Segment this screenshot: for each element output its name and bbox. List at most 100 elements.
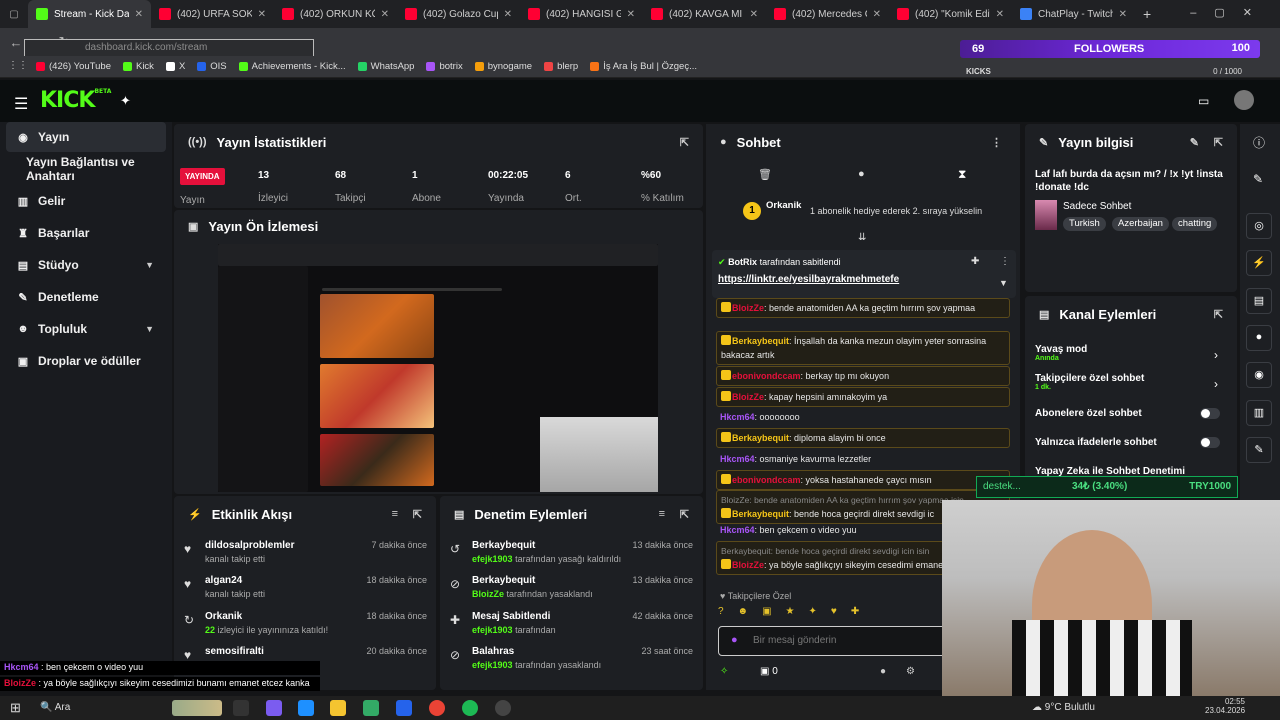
sidebar-item-gelir[interactable]: ▥ Gelir	[6, 186, 166, 216]
tab-search-icon[interactable]: ▢	[0, 9, 28, 20]
close-icon[interactable]: ✕	[381, 9, 389, 20]
chevron-right-icon[interactable]: ›	[1214, 377, 1218, 391]
bookmark-8[interactable]: blerp	[544, 61, 578, 72]
tab-0[interactable]: Stream - Kick Dashb ✕	[28, 0, 151, 28]
target-icon[interactable]: ◎	[1246, 213, 1272, 239]
chat-username[interactable]: BloizZe	[732, 392, 764, 402]
kick-logo[interactable]: KICKBETA	[40, 88, 111, 113]
chat-message[interactable]: Berkaybequit: diploma alayim bi once	[716, 428, 1010, 448]
more-icon[interactable]: ⋮	[1000, 256, 1010, 267]
sidebar-item-studyo[interactable]: ▤ Stüdyo ▼	[6, 250, 166, 280]
bookmark-0[interactable]: (426) YouTube	[36, 61, 111, 72]
url-input[interactable]: dashboard.kick.com/stream	[24, 39, 314, 57]
sidebar-item-stream-key[interactable]: Yayın Bağlantısı ve Anahtarı	[6, 154, 166, 184]
obs-icon[interactable]	[495, 700, 511, 716]
bookmark-7[interactable]: bynogame	[474, 61, 532, 72]
chat-username[interactable]: BloizZe	[732, 560, 764, 570]
close-icon[interactable]: ✕	[504, 9, 512, 20]
emote-only-toggle[interactable]	[1200, 437, 1220, 448]
chat-username[interactable]: Hkcm64	[720, 525, 755, 535]
chat-username[interactable]: Hkcm64	[720, 454, 755, 464]
bookmark-4[interactable]: Achievements - Kick...	[238, 61, 346, 72]
sidebar-item-basarilar[interactable]: ♜ Başarılar	[6, 218, 166, 248]
spotify-icon[interactable]	[462, 700, 478, 716]
tag-chip[interactable]: Turkish	[1063, 217, 1106, 231]
chat-username[interactable]: ebonivondccam	[732, 475, 801, 485]
apps-grid-icon[interactable]: ⋮⋮	[8, 60, 28, 71]
broadcast-icon[interactable]: ◉	[1246, 362, 1272, 388]
sidebar-item-droplar[interactable]: ▣ Droplar ve ödüller	[6, 346, 166, 376]
close-icon[interactable]: ✕	[627, 9, 635, 20]
mic-icon[interactable]: ●	[731, 634, 738, 646]
tab-6[interactable]: (402) Mercedes C Se ✕	[766, 0, 889, 28]
popout-icon[interactable]: ⇱	[1214, 308, 1223, 321]
collapse-icon[interactable]: ⇊	[858, 232, 866, 243]
tab-5[interactable]: (402) KAVGA MI EDE ✕	[643, 0, 766, 28]
category-name[interactable]: Sadece Sohbet	[1063, 201, 1131, 212]
wrench-icon[interactable]: ✎	[1246, 437, 1272, 463]
pin-icon[interactable]: ✦	[120, 93, 131, 109]
chat-icon[interactable]: ●	[1246, 325, 1272, 351]
chevron-right-icon[interactable]: ›	[1214, 348, 1218, 362]
bookmark-9[interactable]: İş Ara İş Bul | Özgeç...	[590, 61, 697, 72]
bookmark-3[interactable]: OIS	[197, 61, 227, 72]
emoji-icon[interactable]: ●	[880, 666, 886, 677]
slow-mode[interactable]: Yavaş mod Anında	[1035, 344, 1087, 362]
taskview-icon[interactable]	[233, 700, 249, 716]
explorer-icon[interactable]	[330, 700, 346, 716]
popout-icon[interactable]: ⇱	[1214, 136, 1223, 149]
more-icon[interactable]: ⋮	[991, 136, 1002, 149]
store-icon[interactable]	[363, 700, 379, 716]
list-icon[interactable]: ▥	[1246, 400, 1272, 426]
chat-message[interactable]: Berkaybequit: İnşallah da kanka mezun ol…	[716, 331, 1010, 365]
activity-user[interactable]: semosifiralti	[205, 646, 264, 657]
chat-message[interactable]: ebonivondccam: berkay tıp mı okuyon	[716, 366, 1010, 386]
pin-icon[interactable]: ✚	[971, 256, 979, 267]
tab-2[interactable]: (402) ORKUN KÖKÇÜ ✕	[274, 0, 397, 28]
bolt-icon[interactable]: ⚡	[1246, 250, 1272, 276]
clock[interactable]: 02:55 23.04.2026	[1205, 697, 1245, 715]
close-icon[interactable]: ✕	[258, 9, 266, 20]
pinned-link[interactable]: https://linktr.ee/yesilbayrakmehmetefe	[718, 274, 899, 285]
trash-icon[interactable]: 🗑	[758, 168, 772, 181]
windows-icon[interactable]: ⊞	[10, 700, 21, 716]
copilot-icon[interactable]	[266, 700, 282, 716]
chat-username[interactable]: BloizZe	[732, 303, 764, 313]
chat-username[interactable]: Berkaybequit	[732, 433, 789, 443]
sidebar-item-yayin[interactable]: ◉ Yayın	[6, 122, 166, 152]
popout-icon[interactable]: ⇱	[680, 136, 689, 149]
moderation-user[interactable]: Balahras	[472, 646, 514, 657]
popout-icon[interactable]: ⇱	[413, 508, 422, 521]
chat-username[interactable]: Hkcm64	[720, 412, 755, 422]
close-icon[interactable]: ✕	[873, 9, 881, 20]
tab-8[interactable]: ChatPlay - Twitch & K ✕	[1012, 0, 1135, 28]
subs-only-toggle[interactable]	[1200, 408, 1220, 419]
pinned-user[interactable]: BotRix	[728, 257, 757, 267]
tab-3[interactable]: (402) Golazo Cup Tü ✕	[397, 0, 520, 28]
gear-icon[interactable]: ⚙	[906, 666, 915, 677]
edit-icon[interactable]: ✎	[1253, 172, 1263, 186]
chat-message[interactable]: ebonivondccam: yoksa hastahanede çaycı m…	[716, 470, 1010, 490]
app-icon[interactable]	[396, 700, 412, 716]
chrome-icon[interactable]	[429, 700, 445, 716]
gifter-name[interactable]: Orkanik	[766, 200, 801, 211]
activity-user[interactable]: dildosalproblemler	[205, 540, 294, 551]
category-thumbnail[interactable]	[1035, 200, 1057, 230]
moderation-user[interactable]: Berkaybequit	[472, 575, 535, 586]
chevron-down-icon[interactable]: ▼	[999, 278, 1008, 288]
chat-message[interactable]: Hkcm64: oooooooo	[716, 408, 1010, 426]
moderation-user[interactable]: Mesaj Sabitlendi	[472, 611, 550, 622]
edge-icon[interactable]	[298, 700, 314, 716]
tag-chip[interactable]: chatting	[1172, 217, 1218, 231]
avatar[interactable]	[1234, 90, 1254, 110]
filter-icon[interactable]: ≡	[392, 508, 398, 520]
weather[interactable]: ☁ 9°C Bulutlu	[1032, 702, 1095, 713]
edit-icon[interactable]: ✎	[1190, 136, 1199, 149]
close-icon[interactable]: ✕	[996, 9, 1004, 20]
points-icon[interactable]: ✧	[720, 666, 728, 677]
tab-4[interactable]: (402) HANGİSİ GERÇ ✕	[520, 0, 643, 28]
chat-username[interactable]: Berkaybequit	[732, 509, 789, 519]
chat-message[interactable]: Hkcm64: osmaniye kavurma lezzetler	[716, 450, 1010, 468]
tag-chip[interactable]: Azerbaijan	[1112, 217, 1169, 231]
close-icon[interactable]: ✕	[1119, 9, 1127, 20]
